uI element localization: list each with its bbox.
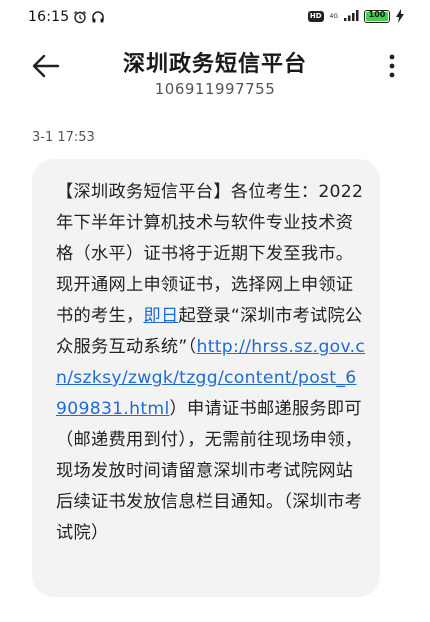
status-right: HD 4G 100: [307, 9, 410, 23]
lightning-bolt-icon: [396, 9, 410, 23]
date-link[interactable]: 即日: [143, 306, 178, 326]
message-text-part-3: ）申请证书邮递服务即可（邮递费用到付），无需前往现场申领，现场发放时间请留意深圳…: [56, 399, 363, 543]
status-bar: 16:15 HD 4G 100: [0, 0, 430, 36]
message-text-part-1: 【深圳政务短信平台】各位考生：2022年下半年计算机技术与软件专业技术资格（水平…: [56, 182, 364, 326]
conversation-header: 深圳政务短信平台 106911997755: [0, 36, 430, 106]
battery-indicator: 100: [364, 9, 390, 23]
more-vertical-icon: [384, 54, 400, 84]
contact-title: 深圳政务短信平台: [122, 52, 307, 77]
hd-badge: HD: [307, 10, 324, 22]
contact-phone-number: 106911997755: [154, 80, 276, 98]
more-options-button[interactable]: [384, 52, 400, 80]
signal-bars-icon: [344, 9, 359, 23]
message-bubble[interactable]: 【深圳政务短信平台】各位考生：2022年下半年计算机技术与软件专业技术资格（水平…: [32, 159, 380, 597]
status-left: 16:15: [28, 9, 105, 25]
message-text: 【深圳政务短信平台】各位考生：2022年下半年计算机技术与软件专业技术资格（水平…: [56, 177, 366, 549]
message-timestamp: 3-1 17:53: [32, 130, 95, 145]
network-type: 4G: [329, 12, 338, 20]
battery-percentage: 100: [368, 9, 386, 19]
alarm-clock-icon: [73, 10, 87, 24]
headset-icon: [91, 10, 105, 24]
status-time: 16:15: [28, 9, 70, 25]
